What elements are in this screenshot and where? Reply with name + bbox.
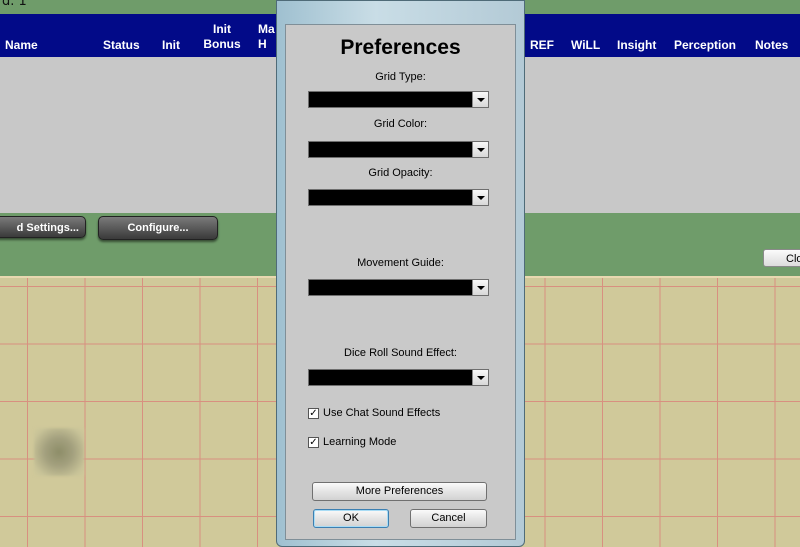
grid-type-label: Grid Type:: [375, 71, 426, 83]
column-header-will[interactable]: WiLL: [571, 38, 600, 53]
grid-opacity-label: Grid Opacity:: [368, 167, 433, 179]
learning-mode-label: Learning Mode: [323, 436, 397, 448]
column-header-max-hp-line1: Ma: [258, 22, 275, 36]
configure-button[interactable]: Configure...: [98, 216, 218, 240]
column-header-init-bonus[interactable]: Init Bonus: [202, 22, 242, 52]
learning-mode-checkbox[interactable]: ✓: [308, 436, 319, 448]
column-header-name[interactable]: Name: [5, 38, 38, 53]
column-header-init[interactable]: Init: [162, 38, 180, 53]
column-header-perception[interactable]: Perception: [674, 38, 736, 53]
chevron-down-icon[interactable]: [472, 280, 488, 295]
column-header-max-hp[interactable]: Ma H: [258, 22, 278, 52]
map-token[interactable]: [34, 428, 84, 476]
column-header-init-bonus-line2: Bonus: [203, 37, 241, 51]
chat-sound-checkbox[interactable]: ✓: [308, 407, 319, 419]
top-strip-text: d. 1: [2, 0, 27, 9]
dialog-title: Preferences: [340, 36, 461, 59]
movement-guide-label: Movement Guide:: [357, 257, 444, 269]
close-button[interactable]: Clo: [763, 249, 800, 267]
column-header-insight[interactable]: Insight: [617, 38, 656, 53]
learning-mode-checkbox-row[interactable]: ✓ Learning Mode: [308, 435, 396, 449]
chat-sound-checkbox-row[interactable]: ✓ Use Chat Sound Effects: [308, 406, 440, 420]
column-header-notes[interactable]: Notes: [755, 38, 788, 53]
column-header-status[interactable]: Status: [103, 38, 140, 53]
grid-type-select[interactable]: [308, 91, 489, 108]
grid-opacity-select[interactable]: [308, 189, 489, 206]
dice-sound-label: Dice Roll Sound Effect:: [344, 347, 457, 359]
column-header-init-bonus-line1: Init: [213, 22, 231, 36]
ok-button[interactable]: OK: [313, 509, 389, 528]
column-header-ref[interactable]: REF: [530, 38, 554, 53]
chevron-down-icon[interactable]: [472, 92, 488, 107]
chat-sound-label: Use Chat Sound Effects: [323, 407, 441, 419]
grid-settings-button[interactable]: d Settings...: [0, 216, 86, 238]
chevron-down-icon[interactable]: [472, 370, 488, 385]
more-preferences-button[interactable]: More Preferences: [312, 482, 487, 501]
column-header-max-hp-line2: H: [258, 37, 267, 51]
chevron-down-icon[interactable]: [472, 142, 488, 157]
grid-color-select[interactable]: [308, 141, 489, 158]
dice-sound-select[interactable]: [308, 369, 489, 386]
grid-color-label: Grid Color:: [373, 118, 428, 130]
chevron-down-icon[interactable]: [472, 190, 488, 205]
cancel-button[interactable]: Cancel: [410, 509, 487, 528]
movement-guide-select[interactable]: [308, 279, 489, 296]
